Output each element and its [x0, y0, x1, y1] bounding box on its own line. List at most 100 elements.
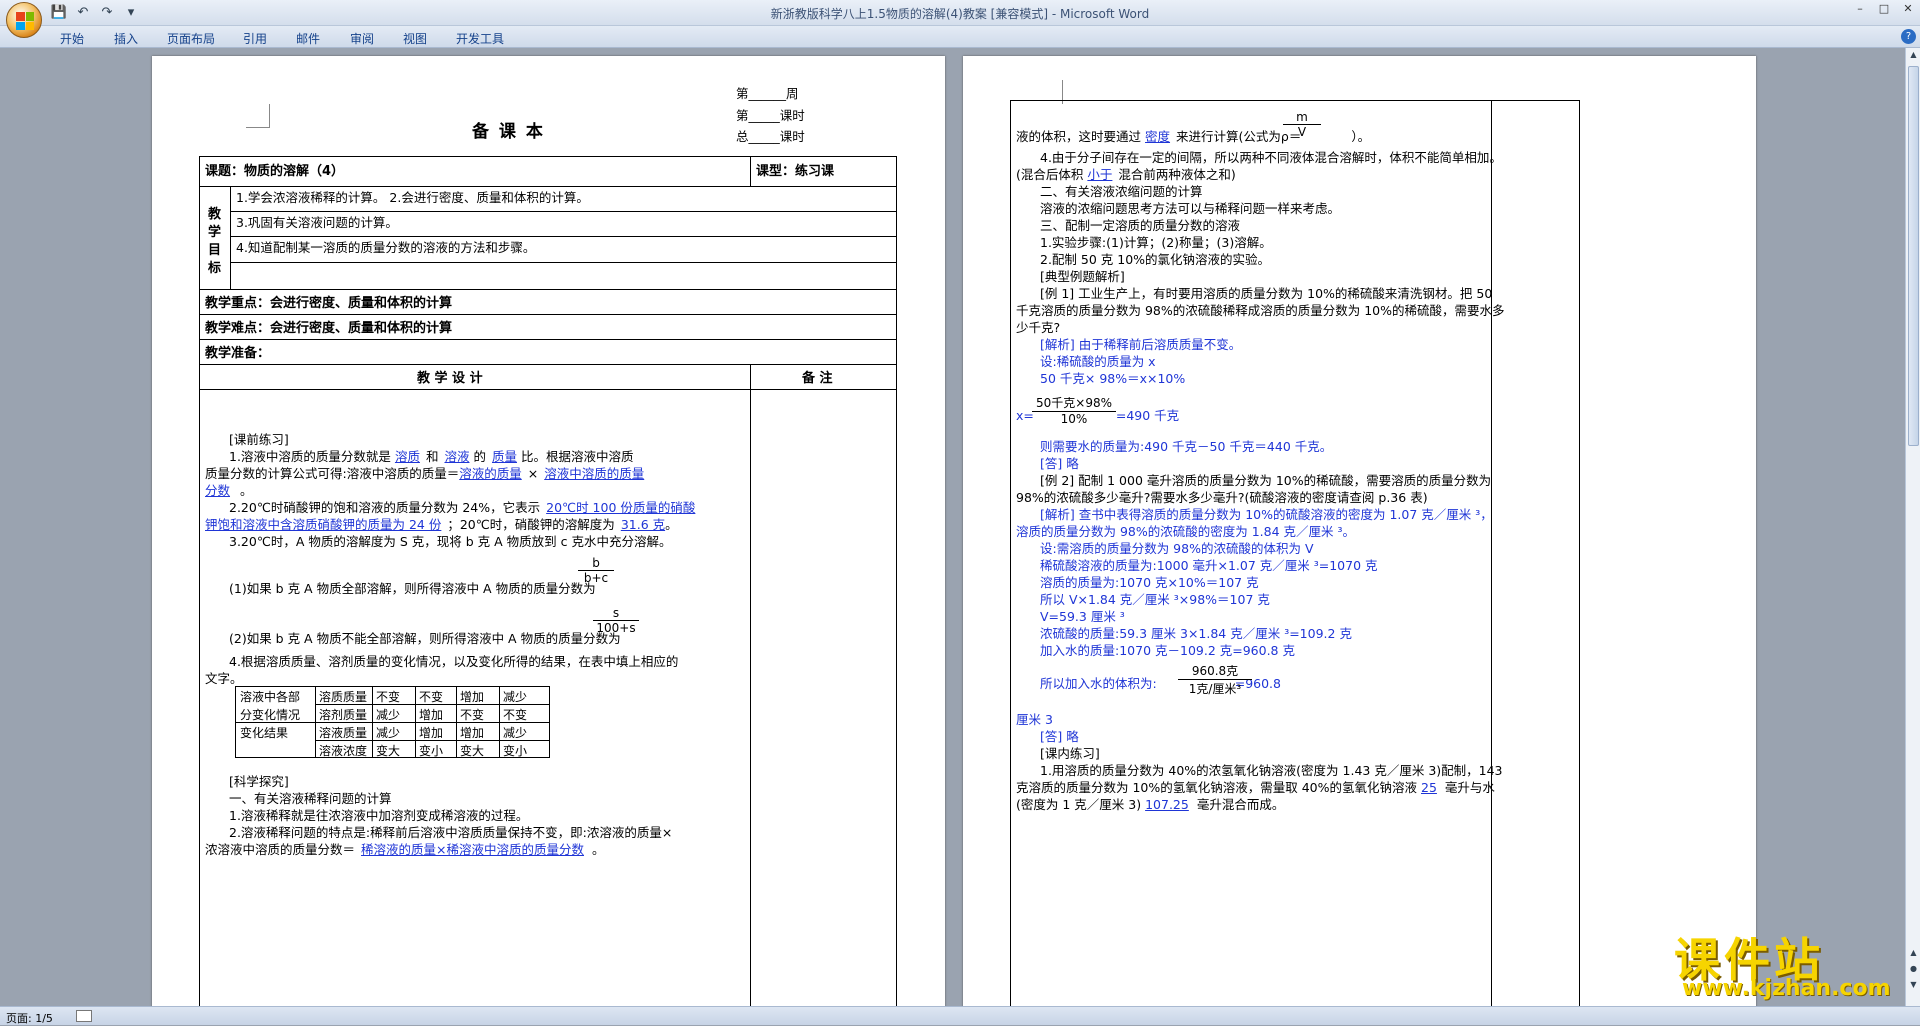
document-page-1: 第______周 第_____课时 总_____课时 备 课 本 课题：物质的溶…	[152, 56, 945, 1006]
table-cell: 增加	[460, 726, 485, 740]
table-cell: 不变	[460, 708, 485, 722]
status-bar: 页面: 1/5	[0, 1006, 1920, 1025]
q1-line1: 1.溶液中溶质的质量分数就是 溶质和溶液的质量 比。根据溶液中溶质	[229, 449, 634, 464]
page-heading: 备 课 本	[472, 122, 545, 142]
pre-exercise-label: [课前练习]	[229, 432, 289, 447]
p2-line-31: 厘米 3	[1016, 712, 1053, 727]
tab-review[interactable]: 审阅	[350, 30, 374, 47]
document-workspace[interactable]: 第______周 第_____课时 总_____课时 备 课 本 课题：物质的溶…	[0, 48, 1905, 1006]
p2-line-33: [课内练习]	[1040, 746, 1100, 761]
topic-cell: 课题：物质的溶解（4）	[205, 164, 345, 179]
p2-line-27: V=59.3 厘米 ³	[1040, 609, 1125, 624]
q4-line1: 4.根据溶质质量、溶剂质量的变化情况，以及变化所得的结果，在表中填上相应的	[229, 654, 679, 669]
table-cell: 减少	[376, 726, 401, 740]
total-field: 总_____课时	[736, 129, 805, 144]
p2-line-26: 所以 V×1.84 克／厘米 ³×98%＝107 克	[1040, 592, 1270, 607]
p2-line-12: 少千克?	[1016, 320, 1061, 335]
p2-line-19: [例 2] 配制 1 000 毫升溶质的质量分数为 10%的稀硫酸，需要溶质的质…	[1040, 473, 1492, 488]
table-left-2: 分变化情况	[240, 708, 301, 722]
document-page-2: 液的体积，这时要通过 密度 来进行计算(公式为ρ＝）。 m V 4.由于分子间存在一定的间…	[963, 56, 1756, 1006]
table-cell: 溶液浓度	[319, 744, 368, 758]
table-cell: 溶剂质量	[319, 708, 368, 722]
p2-line-15: 50 千克× 98%＝x×10%	[1040, 371, 1186, 386]
table-left-3: 变化结果	[240, 726, 289, 740]
q3-line: 3.20℃时，A 物质的溶解度为 S 克，现将 b 克 A 物质放到 c 克水中…	[229, 534, 672, 549]
office-button[interactable]	[6, 2, 42, 38]
minimize-button[interactable]: –	[1848, 0, 1872, 18]
period-field: 第_____课时	[736, 108, 805, 123]
table-cell: 溶质质量	[319, 690, 368, 704]
table-cell: 溶液质量	[319, 726, 368, 740]
maximize-button[interactable]: □	[1872, 0, 1896, 18]
table-cell: 减少	[503, 690, 528, 704]
q2-line1: 2.20℃时硝酸钾的饱和溶液的质量分数为 24%，它表示 20℃时 100 份质量…	[229, 500, 696, 515]
tab-references[interactable]: 引用	[243, 30, 267, 47]
ribbon-tabs: 开始 插入 页面布局 引用 邮件 审阅 视图 开发工具 ?	[0, 26, 1920, 48]
table-cell: 减少	[503, 726, 528, 740]
p2-line-7: 1.实验步骤:(1)计算；(2)称量；(3)溶解。	[1040, 235, 1272, 250]
section-1a: 1.溶液稀释就是往浓溶液中加溶剂变成稀溶液的过程。	[229, 808, 529, 823]
vertical-scrollbar[interactable]: ▲ ▲ ● ▼	[1905, 48, 1920, 1006]
goal-3: 4.知道配制某一溶质的质量分数的溶液的方法和步骤。	[236, 240, 536, 255]
proofing-icon[interactable]	[76, 1010, 92, 1022]
section-1c: 浓溶液中溶质的质量分数＝ 稀溶液的质量×稀溶液中溶质的质量分数。	[205, 842, 605, 857]
p2-line-35: 克溶质的质量分数为 10%的氢氧化钠溶液，需量取 40%的氢氧化钠溶液 25 毫升与…	[1016, 780, 1495, 795]
table-cell: 增加	[419, 708, 444, 722]
watermark-logo: 课件站 www.kjzhan.com	[1664, 924, 1904, 1001]
p2-line-14: 设:稀硫酸的质量为 x	[1040, 354, 1156, 369]
next-page-icon[interactable]: ▼	[1907, 980, 1920, 994]
tab-insert[interactable]: 插入	[114, 30, 138, 47]
p2-line-13: [解析] 由于稀释前后溶质质量不变。	[1040, 337, 1242, 352]
p2-line-29: 加入水的质量:1070 克－109.2 克=960.8 克	[1040, 643, 1295, 658]
table-cell: 变小	[503, 744, 528, 758]
lesson-type-cell: 课型：练习课	[756, 164, 835, 179]
p2-line-34: 1.用溶质的质量分数为 40%的浓氢氧化钠溶液(密度为 1.43 克／厘米 3)…	[1040, 763, 1503, 778]
tab-home[interactable]: 开始	[60, 30, 84, 47]
section-1b: 2.溶液稀释问题的特点是:稀释前后溶液中溶质质量保持不变，即:浓溶液的质量×	[229, 825, 673, 840]
goal-2: 3.巩固有关溶液问题的计算。	[236, 215, 398, 230]
table-left-1: 溶液中各部	[240, 690, 301, 704]
p2-line-28: 浓硫酸的质量:59.3 厘米 3×1.84 克／厘米 ³=109.2 克	[1040, 626, 1352, 641]
difficulty: 教学难点：会进行密度、质量和体积的计算	[205, 321, 453, 336]
tab-page-layout[interactable]: 页面布局	[167, 30, 215, 47]
p2-line-18: [答] 略	[1040, 456, 1079, 471]
office-logo-icon	[16, 12, 34, 30]
q3b-line: (2)如果 b 克 A 物质不能全部溶解，则所得溶液中 A 物质的质量分数为	[229, 631, 621, 646]
tab-developer[interactable]: 开发工具	[456, 30, 504, 47]
page-indicator[interactable]: 页面: 1/5	[6, 1010, 53, 1026]
p2-line-6: 三、配制一定溶质的质量分数的溶液	[1040, 218, 1241, 233]
previous-page-icon[interactable]: ▲	[1907, 948, 1920, 962]
help-icon[interactable]: ?	[1901, 29, 1916, 44]
table-cell: 增加	[460, 690, 485, 704]
p2-line-5: 溶液的浓缩问题思考方法可以与稀释问题一样来考虑。	[1040, 201, 1341, 216]
p2-line-8: 2.配制 50 克 10%的氯化钠溶液的实验。	[1040, 252, 1271, 267]
table-cell: 变小	[419, 744, 444, 758]
table-cell: 减少	[376, 708, 401, 722]
scroll-up-icon[interactable]: ▲	[1907, 50, 1920, 64]
table-cell: 不变	[376, 690, 401, 704]
close-button[interactable]: ✕	[1896, 0, 1920, 18]
q3a-line: (1)如果 b 克 A 物质全部溶解，则所得溶液中 A 物质的质量分数为	[229, 581, 596, 596]
fraction-volume: 960.8克 1克/厘米³	[1178, 662, 1252, 697]
q1-line2: 质量分数的计算公式可得:溶液中溶质的质量＝溶液的质量 × 溶液中溶质的质量	[205, 466, 645, 481]
p2-line-24: 稀硫酸溶液的质量为:1000 毫升×1.07 克／厘米 ³=1070 克	[1040, 558, 1378, 573]
scroll-thumb[interactable]	[1908, 66, 1919, 446]
q4-line2: 文字。	[205, 671, 243, 686]
p2-line-10: [例 1] 工业生产上，有时要用溶质的质量分数为 10%的稀硫酸来清洗钢材。把 …	[1040, 286, 1493, 301]
fraction-x: 50千克×98% 10%	[1032, 394, 1116, 426]
p2-line-22: 溶质的质量分数为 98%的浓硫酸的密度为 1.84 克／厘米 ³。	[1016, 524, 1356, 539]
preparation: 教学准备：	[205, 346, 271, 361]
p2-line-21: [解析] 查书中表得溶质的质量分数为 10%的硫酸溶液的密度为 1.07 克／厘…	[1040, 507, 1493, 522]
p2-line-36: (密度为 1 克／厘米 3) 107.25 毫升混合而成。	[1016, 797, 1285, 812]
p2-line-9: [典型例题解析]	[1040, 269, 1125, 284]
p2-line-3: (混合后体积 小于 混合前两种液体之和)	[1016, 167, 1236, 182]
title-bar: 💾 ↶ ↷ ▾ 新浙教版科学八上1.5物质的溶解(4)教案 [兼容模式] - M…	[0, 0, 1920, 26]
select-browse-object-icon[interactable]: ●	[1907, 964, 1920, 978]
goal-1: 1.学会浓溶液稀释的计算。 2.会进行密度、质量和体积的计算。	[236, 190, 589, 205]
crop-mark	[246, 104, 270, 128]
window-title: 新浙教版科学八上1.5物质的溶解(4)教案 [兼容模式] - Microsoft…	[770, 7, 1150, 21]
fraction-b-over-bc: b b+c	[578, 556, 614, 585]
q2-line2: 钾饱和溶液中含溶质硝酸钾的质量为 24 份；20℃时，硝酸钾的溶解度为 31.6 …	[205, 517, 678, 532]
tab-view[interactable]: 视图	[403, 30, 427, 47]
tab-mailings[interactable]: 邮件	[296, 30, 320, 47]
